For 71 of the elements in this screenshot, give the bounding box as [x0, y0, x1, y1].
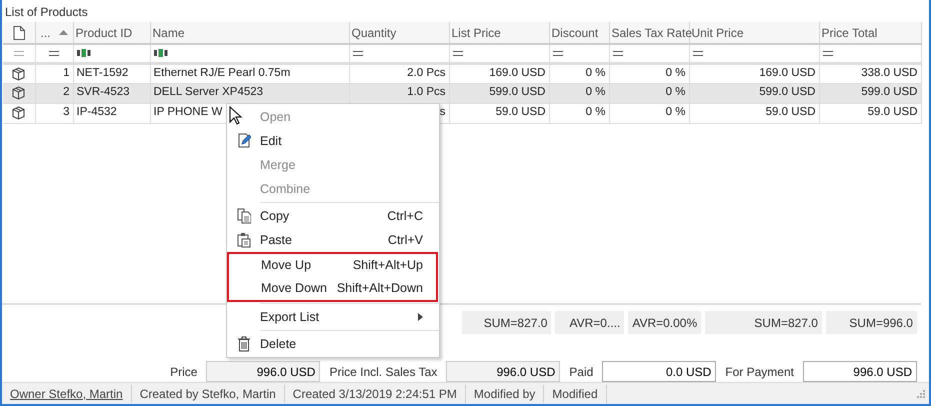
- table-cell: NET-1592: [73, 63, 150, 83]
- package-icon: [12, 86, 26, 100]
- input-field[interactable]: 996.0 USD: [206, 361, 320, 382]
- table-cell: 3: [35, 103, 73, 123]
- status-text: Created 3/13/2019 2:24:51 PM: [284, 384, 466, 402]
- filter-equals-icon[interactable]: [352, 50, 362, 56]
- summary-cell: SUM=827.0: [705, 311, 822, 334]
- owner-link[interactable]: Owner Stefko, Martin: [2, 384, 132, 402]
- field-label: Paid: [568, 364, 594, 380]
- table-cell: 169.0 USD: [449, 63, 549, 83]
- table-cell: 0 %: [609, 63, 689, 83]
- table-cell: IP-4532: [73, 103, 150, 123]
- table-cell: 59.0 USD: [449, 103, 549, 123]
- table-cell: SVR-4523: [73, 83, 150, 103]
- table-cell: 0 %: [549, 63, 609, 83]
- filter-equals-icon[interactable]: [452, 50, 462, 56]
- field-label: Price Incl. Sales Tax: [328, 364, 438, 380]
- trash-icon: [236, 336, 250, 352]
- menu-item[interactable]: Move Up Shift+Alt+Up: [228, 254, 436, 277]
- table-cell: 599.0 USD: [689, 83, 819, 103]
- cursor-icon: [229, 106, 243, 126]
- table-cell: 1: [35, 63, 73, 83]
- filter-text-icon[interactable]: [76, 49, 90, 58]
- copy-icon: [236, 208, 250, 224]
- summary-cell: AVR=0....: [555, 311, 624, 334]
- status-text: Modified: [544, 384, 607, 402]
- menu-item[interactable]: Paste Ctrl+V: [227, 228, 439, 252]
- table-cell: 338.0 USD: [819, 63, 921, 83]
- input-field[interactable]: 996.0 USD: [446, 361, 560, 382]
- menu-item[interactable]: Edit: [227, 129, 439, 153]
- input-field[interactable]: 996.0 USD: [803, 361, 917, 382]
- summary-cell: SUM=996.0: [826, 311, 917, 334]
- filter-equals-icon[interactable]: [612, 50, 622, 56]
- new-document-icon[interactable]: [12, 26, 25, 40]
- resize-grip-icon[interactable]: [916, 389, 925, 398]
- sort-ascending-icon[interactable]: [58, 30, 68, 35]
- filter-equals-icon[interactable]: [552, 50, 562, 56]
- table-cell: 599.0 USD: [819, 83, 921, 103]
- table-cell: 59.0 USD: [819, 103, 921, 123]
- table-cell: 2: [35, 83, 73, 103]
- field-label: Price: [169, 364, 198, 380]
- table-cell: 1.0 Pcs: [349, 83, 449, 103]
- table-cell: 599.0 USD: [449, 83, 549, 103]
- table-cell: 0 %: [609, 83, 689, 103]
- summary-cell: AVR=0.00%: [628, 311, 702, 334]
- menu-item[interactable]: Move Down Shift+Alt+Down: [228, 277, 436, 300]
- submenu-arrow-icon: [418, 313, 423, 321]
- edit-icon: [236, 133, 250, 149]
- field-label: For Payment: [724, 364, 795, 380]
- table-cell: 169.0 USD: [689, 63, 819, 83]
- filter-text-icon[interactable]: [154, 49, 168, 58]
- column-header[interactable]: Name: [152, 24, 185, 42]
- package-icon: [12, 66, 26, 80]
- paste-icon: [236, 232, 250, 248]
- table-cell: 0 %: [609, 103, 689, 123]
- table-cell: DELL Server XP4523: [150, 83, 349, 103]
- filter-equals-icon[interactable]: [49, 50, 59, 56]
- input-field[interactable]: 0.0 USD: [602, 361, 716, 382]
- status-text: Modified by: [466, 384, 544, 402]
- table-cell: 0 %: [549, 103, 609, 123]
- column-header[interactable]: Sales Tax Rate: [612, 24, 692, 42]
- table-cell: 59.0 USD: [689, 103, 819, 123]
- package-icon: [12, 106, 26, 120]
- filter-equals-icon[interactable]: [822, 50, 832, 56]
- table-cell: Ethernet RJ/E Pearl 0.75m: [150, 63, 349, 83]
- table-cell: 2.0 Pcs: [349, 63, 449, 83]
- filter-equals-icon[interactable]: [692, 50, 702, 56]
- panel-title: List of Products: [5, 5, 88, 19]
- summary-cell: SUM=827.0: [462, 311, 552, 334]
- status-text: Created by Stefko, Martin: [132, 384, 285, 402]
- table-cell: 0 %: [549, 83, 609, 103]
